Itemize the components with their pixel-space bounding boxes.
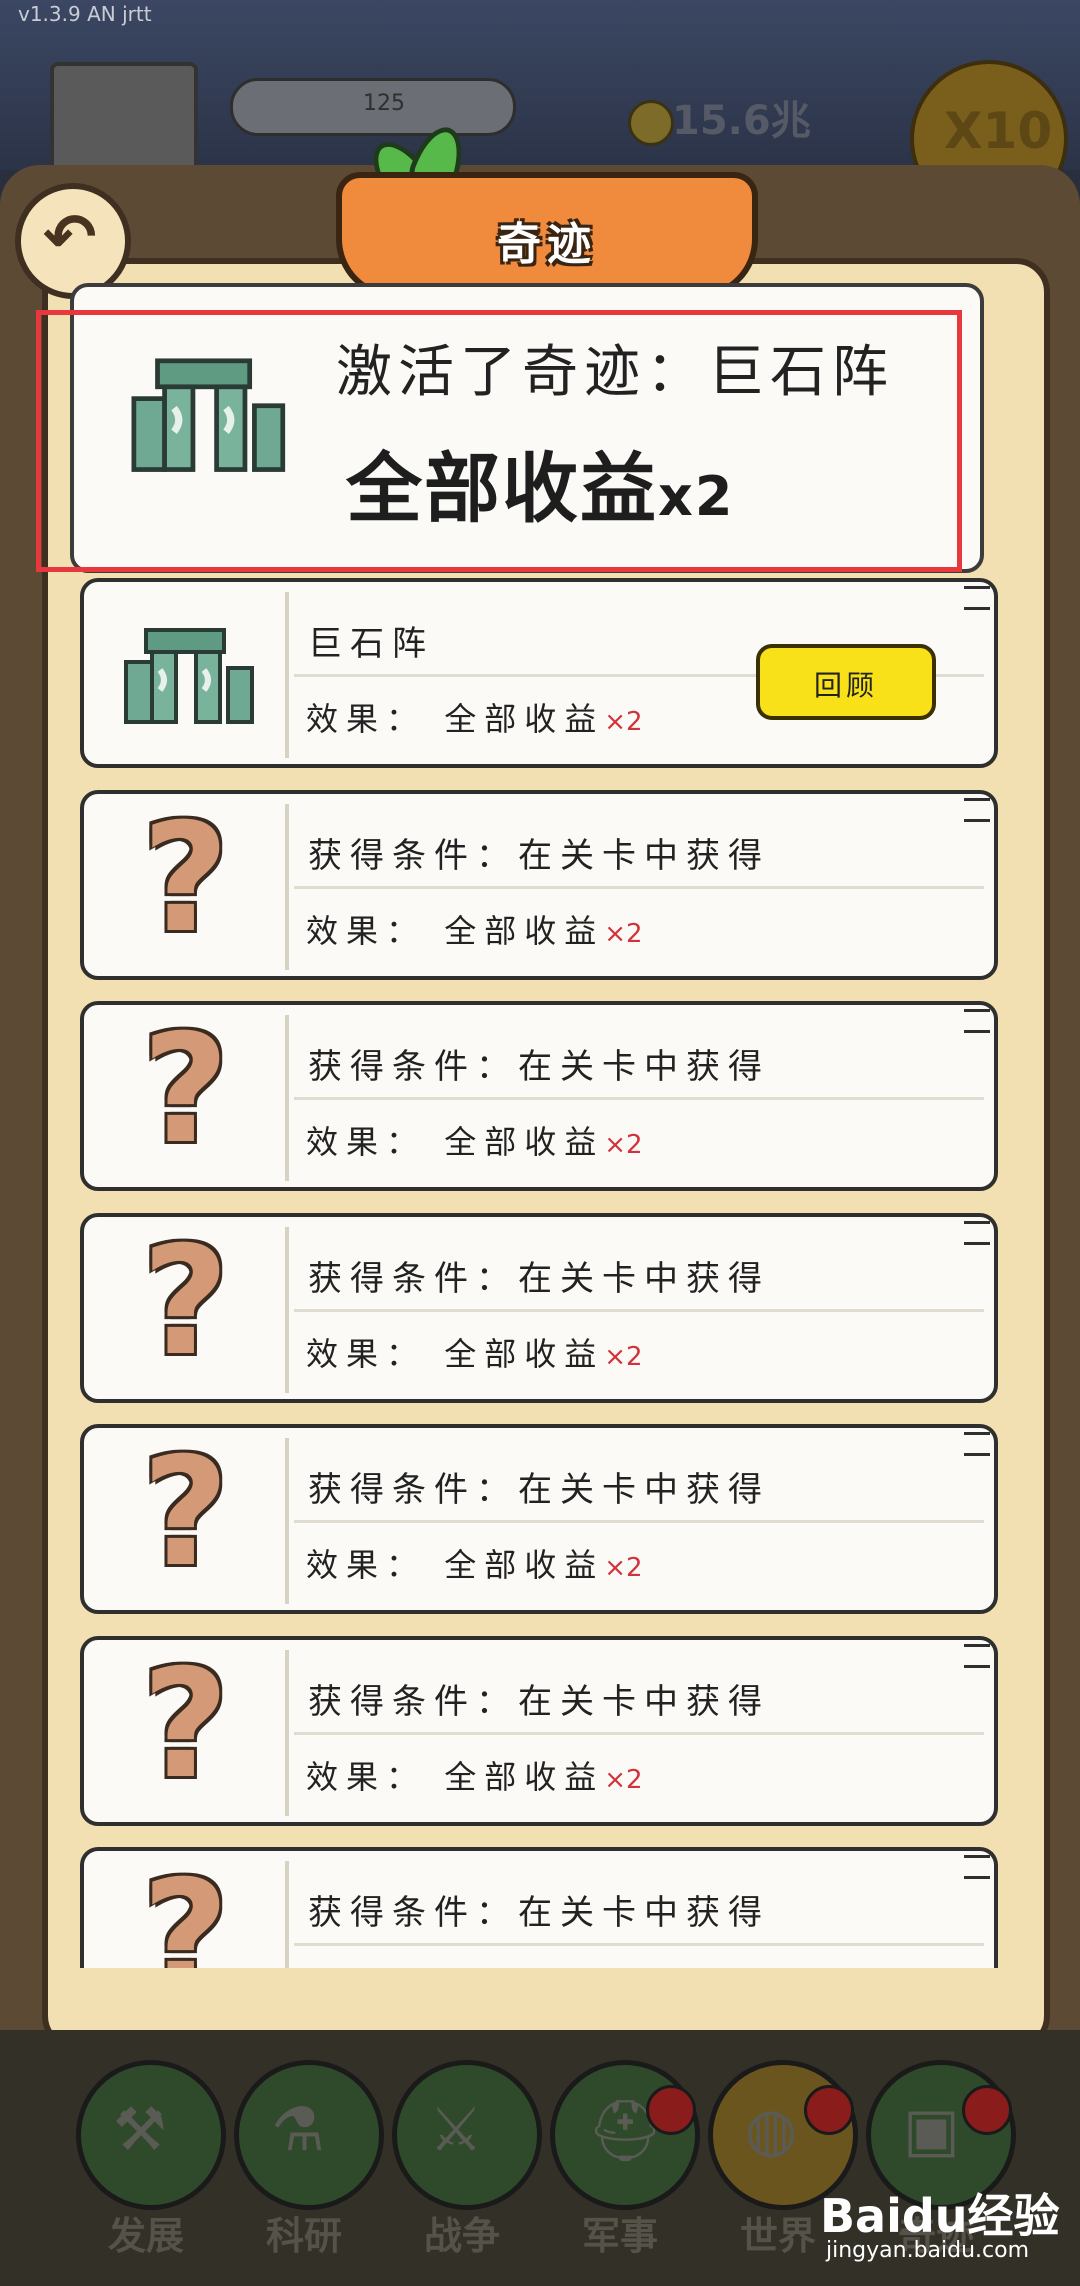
- question-mark-icon: ?: [142, 1638, 230, 1812]
- effect-multiplier: ×2: [604, 919, 643, 949]
- watermark-url: jingyan.baidu.com: [826, 2238, 1030, 2263]
- row-separator: [294, 1520, 984, 1523]
- row-divider: [285, 1015, 289, 1181]
- wonder-effect: 效果： 全部收益×2: [306, 694, 643, 740]
- question-mark-icon: ?: [142, 1003, 230, 1177]
- notification-badge: [804, 2085, 854, 2135]
- effect-text: 全部收益: [444, 912, 605, 950]
- row-separator: [294, 1943, 984, 1946]
- nav-war-label: 战争: [423, 2214, 500, 2258]
- effect-label: 效果：: [306, 912, 427, 950]
- corner-decoration: [964, 1644, 990, 1668]
- effect-multiplier: ×2: [604, 1130, 643, 1160]
- globe-icon: ◍: [745, 2095, 798, 2165]
- review-button[interactable]: 回顾: [756, 644, 936, 720]
- effect-label: 效果：: [306, 1546, 427, 1584]
- question-mark-icon: ?: [142, 1849, 230, 1968]
- wonder-effect: 效果： 全部收益×2: [306, 1540, 643, 1586]
- wonder-row: ? 获得条件：在关卡中获得 效果： 全部收益×2: [80, 1636, 998, 1826]
- effect-label: 效果：: [306, 1758, 427, 1796]
- corner-decoration: [964, 1855, 990, 1879]
- wonder-row: ? 获得条件：在关卡中获得 效果： 全部收益×2: [80, 1213, 998, 1403]
- wonder-condition: 获得条件：在关卡中获得: [308, 1047, 770, 1087]
- highlight-box: [36, 310, 962, 572]
- wonder-condition: 获得条件：在关卡中获得: [308, 1259, 770, 1299]
- nav-war-button[interactable]: ⚔: [392, 2060, 542, 2210]
- nav-develop-button[interactable]: ⚒: [76, 2060, 226, 2210]
- corner-decoration: [964, 586, 990, 610]
- wonder-condition: 获得条件：在关卡中获得: [308, 1470, 770, 1510]
- question-mark-icon: ?: [142, 1426, 230, 1600]
- nav-develop-label: 发展: [107, 2214, 184, 2258]
- row-divider: [285, 1861, 289, 1968]
- nav-military-label: 军事: [581, 2214, 658, 2258]
- flask-icon: ⚗: [271, 2095, 325, 2165]
- effect-label: 效果：: [306, 1335, 427, 1373]
- effect-text: 全部收益: [444, 1123, 605, 1161]
- hammer-icon: ⚒: [113, 2095, 167, 2165]
- wonder-condition: 获得条件：在关卡中获得: [308, 1893, 770, 1933]
- effect-text: 全部收益: [444, 1546, 605, 1584]
- wonder-effect: 效果： 全部收益×2: [306, 1329, 643, 1375]
- nav-research-label: 科研: [265, 2214, 342, 2258]
- wonder-name: 巨石阵: [308, 624, 434, 664]
- nav-research-button[interactable]: ⚗: [234, 2060, 384, 2210]
- notification-badge: [646, 2085, 696, 2135]
- corner-decoration: [964, 798, 990, 822]
- wonder-effect: 效果： 全部收益×2: [306, 906, 643, 952]
- effect-label: 效果：: [306, 1123, 427, 1161]
- row-separator: [294, 1309, 984, 1312]
- wonder-effect: 效果： 全部收益×2: [306, 1752, 643, 1798]
- wonder-row: ? 获得条件：在关卡中获得 效果： 全部收益×2: [80, 1001, 998, 1191]
- nav-military-button[interactable]: ⛑: [550, 2060, 700, 2210]
- question-mark-icon: ?: [142, 1215, 230, 1389]
- wonder-row: ? 获得条件：在关卡中获得: [80, 1847, 998, 1968]
- corner-decoration: [964, 1009, 990, 1033]
- monument-icon: ▣: [903, 2095, 960, 2165]
- wonder-condition: 获得条件：在关卡中获得: [308, 1682, 770, 1722]
- effect-text: 全部收益: [444, 700, 605, 738]
- notification-badge: [962, 2085, 1012, 2135]
- wonder-row: ? 获得条件：在关卡中获得 效果： 全部收益×2: [80, 1424, 998, 1614]
- effect-multiplier: ×2: [604, 707, 643, 737]
- effect-label: 效果：: [306, 700, 427, 738]
- row-separator: [294, 1097, 984, 1100]
- effect-text: 全部收益: [444, 1758, 605, 1796]
- row-separator: [294, 1732, 984, 1735]
- effect-multiplier: ×2: [604, 1553, 643, 1583]
- effect-multiplier: ×2: [604, 1765, 643, 1795]
- row-divider: [285, 1650, 289, 1816]
- corner-decoration: [964, 1221, 990, 1245]
- row-separator: [294, 886, 984, 889]
- review-label: 回顾: [813, 669, 878, 702]
- wonder-condition: 获得条件：在关卡中获得: [308, 836, 770, 876]
- row-divider: [285, 1227, 289, 1393]
- stonehenge-icon: [124, 628, 254, 724]
- row-divider: [285, 592, 289, 758]
- wonder-effect: 效果： 全部收益×2: [306, 1117, 643, 1163]
- swords-icon: ⚔: [429, 2095, 483, 2165]
- question-mark-icon: ?: [142, 792, 230, 966]
- row-divider: [285, 1438, 289, 1604]
- row-divider: [285, 804, 289, 970]
- wonder-row: ? 获得条件：在关卡中获得 效果： 全部收益×2: [80, 790, 998, 980]
- wonder-row: 巨石阵 效果： 全部收益×2 回顾: [80, 578, 998, 768]
- watermark-logo: Baidu经验: [820, 2189, 1060, 2243]
- effect-multiplier: ×2: [604, 1342, 643, 1372]
- effect-text: 全部收益: [444, 1335, 605, 1373]
- corner-decoration: [964, 1432, 990, 1456]
